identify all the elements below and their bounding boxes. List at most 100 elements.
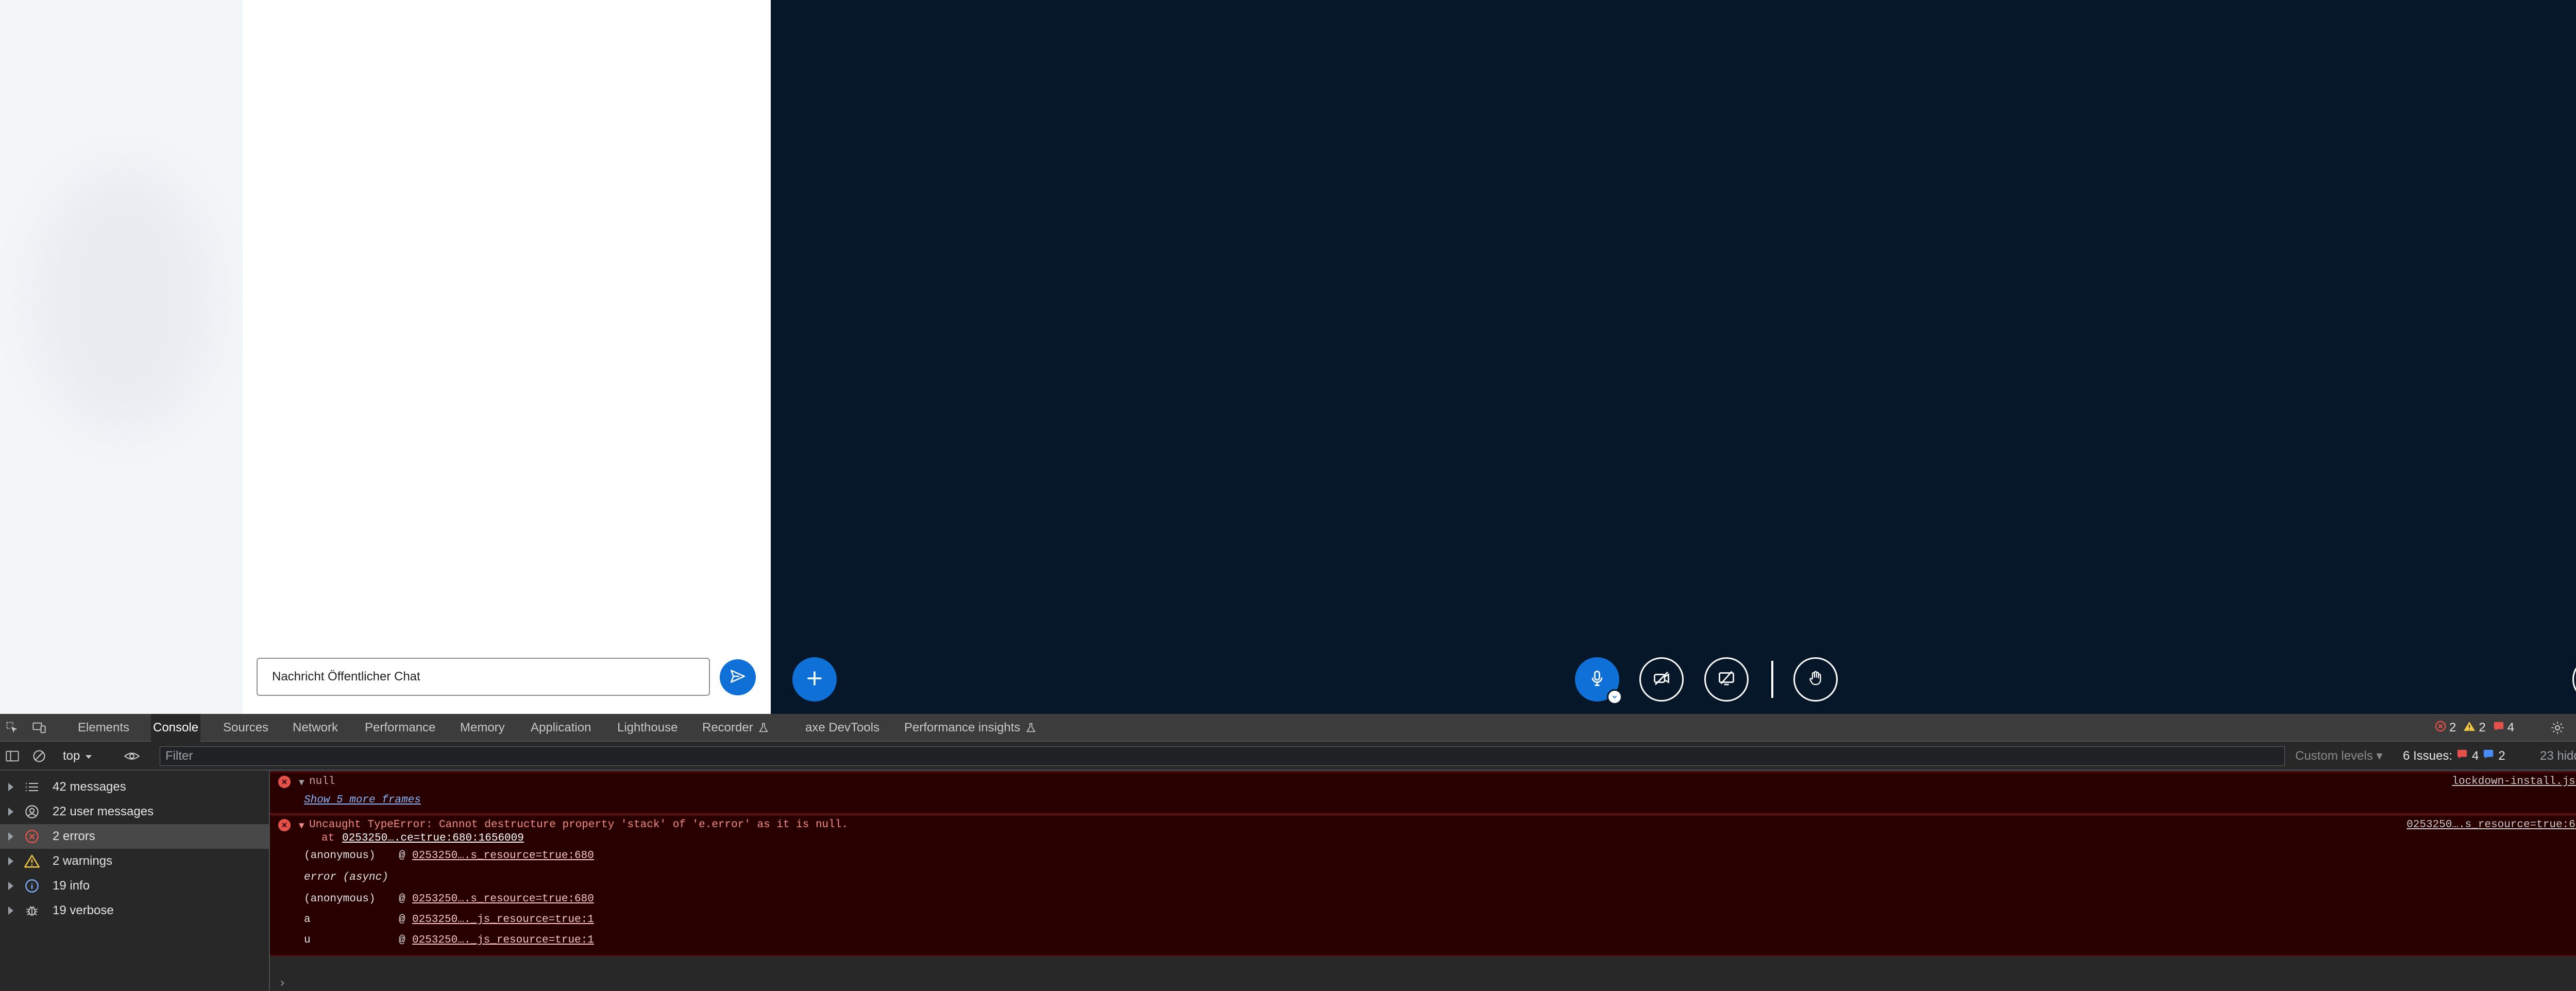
tab-application[interactable]: Application [531, 714, 591, 742]
expand-triangle-icon[interactable] [8, 832, 13, 841]
chat-panel: Nachricht Öffentlicher Chat [243, 0, 771, 714]
devtools-tabbar: Elements Console Sources Network Perform… [0, 714, 2576, 742]
tab-elements[interactable]: Elements [78, 714, 129, 742]
console-sidebar: 42 messages 22 user messages 2 errors 2 … [0, 771, 270, 991]
issues-info-count: 2 [2498, 749, 2505, 763]
stack-frame-function: a [304, 914, 311, 926]
stack-frame-link[interactable]: 0253250….s_resource=true:680 [412, 850, 594, 862]
tab-performance-insights[interactable]: Performance insights [904, 714, 1020, 742]
console-prompt[interactable]: › [280, 976, 284, 990]
tab-console[interactable]: Console [151, 714, 201, 742]
console-filter-input[interactable]: Filter [160, 746, 2285, 766]
console-message-error[interactable]: × ▾ Uncaught TypeError: Cannot destructu… [270, 815, 2576, 956]
camera-button[interactable] [1639, 657, 1684, 702]
issues-info-icon [2483, 742, 2494, 771]
error-icon: × [278, 776, 291, 788]
issues-flag-icon [2493, 721, 2504, 736]
error-icon [24, 828, 40, 845]
error-count: 2 [2449, 721, 2456, 734]
sidebar-item-label: 19 info [53, 879, 90, 893]
clear-console-icon[interactable] [32, 749, 46, 763]
expand-triangle-icon[interactable] [8, 783, 13, 791]
sidebar-item-errors[interactable]: 2 errors [0, 824, 269, 849]
tab-performance[interactable]: Performance [365, 714, 435, 742]
loading-placeholder [31, 165, 216, 433]
send-icon [729, 668, 747, 688]
sidebar-item-label: 19 verbose [53, 903, 114, 917]
microphone-button[interactable] [1575, 657, 1622, 705]
expand-triangle-icon[interactable] [8, 907, 13, 915]
inspect-element-icon[interactable] [5, 721, 20, 735]
info-icon [24, 878, 40, 894]
issues-flag-icon [2456, 742, 2468, 771]
stack-frame-at: @ [399, 934, 405, 946]
sidebar-item-user-messages[interactable]: 22 user messages [0, 799, 269, 824]
filter-placeholder: Filter [165, 749, 193, 763]
expand-triangle-icon[interactable] [8, 857, 13, 865]
message-text: null [309, 776, 335, 788]
stack-frame-at: @ [399, 850, 405, 862]
context-selector-value: top [63, 749, 80, 763]
expand-triangle-icon[interactable] [8, 882, 13, 890]
sidebar-item-label: 2 errors [53, 829, 95, 843]
stack-frame-link[interactable]: 0253250…._js_resource=true:1 [412, 914, 594, 926]
user-icon [24, 804, 40, 820]
stack-frame-at: @ [399, 893, 405, 905]
issues-label: 6 Issues: [2403, 749, 2453, 763]
console-messages: × ▾ null Show 5 more frames lockdown-ins… [270, 771, 2576, 991]
settings-gear-icon[interactable] [2550, 721, 2565, 735]
message-source-link[interactable]: lockdown-install.js:1 [2452, 776, 2576, 788]
sidebar-item-label: 42 messages [53, 780, 126, 794]
hidden-messages-count: 23 hidden [2540, 749, 2576, 763]
tab-memory[interactable]: Memory [460, 714, 505, 742]
actions-plus-button[interactable] [792, 657, 837, 702]
expand-triangle-icon[interactable] [8, 808, 13, 816]
error-warning-counter[interactable]: 2 2 4 [2435, 714, 2514, 742]
tab-recorder[interactable]: Recorder [702, 714, 753, 742]
tab-lighthouse[interactable]: Lighthouse [617, 714, 677, 742]
tab-axe-devtools[interactable]: axe DevTools [805, 714, 879, 742]
device-toolbar-icon[interactable] [32, 721, 46, 735]
show-more-frames-link[interactable]: Show 5 more frames [304, 794, 421, 806]
expand-triangle-icon[interactable]: ▾ [299, 819, 304, 832]
sidebar-item-messages[interactable]: 42 messages [0, 775, 269, 799]
warning-icon [2463, 721, 2476, 736]
stack-frame-link[interactable]: 0253250…._js_resource=true:1 [412, 934, 594, 946]
raise-hand-button[interactable] [1793, 657, 1838, 702]
sidebar-item-label: 2 warnings [53, 854, 113, 868]
message-text: Uncaught TypeError: Cannot destructure p… [309, 819, 848, 831]
controls-divider [1771, 661, 1773, 698]
audio-settings-badge[interactable] [1607, 689, 1622, 705]
stack-frame-function: (anonymous) [304, 850, 376, 862]
log-levels-dropdown[interactable]: Custom levels ▾ [2295, 742, 2382, 771]
screenshare-button[interactable] [1704, 657, 1749, 702]
console-message-error[interactable]: × ▾ null Show 5 more frames lockdown-ins… [270, 772, 2576, 814]
context-selector[interactable]: top [63, 742, 92, 771]
issues-error-count: 4 [2472, 749, 2479, 763]
live-expression-eye-icon[interactable] [124, 749, 140, 763]
stack-location-link[interactable]: 0253250….ce=true:680:1656009 [342, 832, 524, 844]
warning-icon [24, 853, 40, 869]
console-toolbar: top Filter Custom levels ▾ 6 Issues: 4 2… [0, 742, 2576, 771]
presentation-button[interactable] [2572, 657, 2576, 702]
sidebar-toggle-icon[interactable] [5, 749, 20, 763]
stack-at-prefix: at [321, 832, 335, 844]
sidebar-item-warnings[interactable]: 2 warnings [0, 849, 269, 874]
left-sidebar [0, 0, 243, 714]
tab-network[interactable]: Network [293, 714, 338, 742]
error-icon: × [278, 819, 291, 831]
app-window: Nachricht Öffentlicher Chat [0, 0, 2576, 714]
tab-sources[interactable]: Sources [223, 714, 268, 742]
send-message-button[interactable] [720, 659, 756, 695]
chat-message-input[interactable]: Nachricht Öffentlicher Chat [257, 658, 710, 696]
experimental-flask-icon [758, 722, 769, 734]
sidebar-item-info[interactable]: 19 info [0, 874, 269, 898]
stack-frame-link[interactable]: 0253250….s_resource=true:680 [412, 893, 594, 905]
stack-frame-async: error (async) [304, 872, 388, 883]
message-source-link[interactable]: 0253250….s_resource=true:680 [2406, 819, 2576, 831]
sidebar-item-verbose[interactable]: 19 verbose [0, 898, 269, 923]
expand-triangle-icon[interactable]: ▾ [299, 776, 304, 789]
screenshare-off-icon [1717, 669, 1736, 690]
sidebar-item-label: 22 user messages [53, 805, 154, 818]
issues-button[interactable]: 6 Issues: 4 2 [2403, 742, 2505, 771]
